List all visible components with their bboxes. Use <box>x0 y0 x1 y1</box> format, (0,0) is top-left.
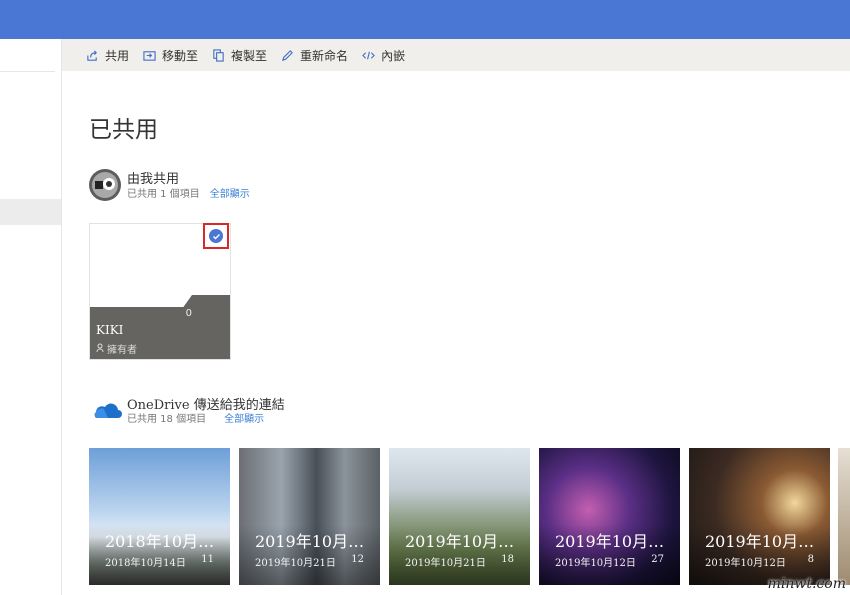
move-to-label: 移動至 <box>162 48 199 63</box>
album-count: 12 <box>351 554 364 565</box>
show-all-link-onedrive[interactable]: 全部顯示 <box>224 414 264 425</box>
top-app-bar <box>0 0 850 39</box>
album-title: 2019年10月… <box>255 532 365 551</box>
album-date: 2019年10月21日 <box>405 558 486 569</box>
section-subtitle-onedrive-links: 已共用 18 個項目 全部顯示 <box>127 410 264 425</box>
show-all-link-shared-by-me[interactable]: 全部顯示 <box>210 189 250 200</box>
folder-owner-role: 擁有者 <box>96 341 137 356</box>
links-count-text: 已共用 18 個項目 <box>127 414 207 425</box>
folder-item-count: 0 <box>185 308 192 319</box>
copy-to-button[interactable]: 複製至 <box>212 47 267 64</box>
album-count: 8 <box>807 554 814 565</box>
album-date: 2018年10月14日 <box>105 558 186 569</box>
folder-name: KIKI <box>96 323 124 337</box>
copy-to-label: 複製至 <box>231 48 268 63</box>
album-tile[interactable]: 2019年10月… 2019年10月21日 12 <box>239 442 380 585</box>
album-title: 2019年10月… <box>405 532 515 551</box>
album-title: 2019年10月… <box>555 532 665 551</box>
album-tile[interactable]: 2019年10月… 2019年10月12日 8 <box>689 442 830 585</box>
album-count: 27 <box>651 554 664 565</box>
share-icon <box>87 49 98 61</box>
user-avatar <box>89 169 121 205</box>
album-count: 18 <box>501 554 514 565</box>
share-label: 共用 <box>105 48 130 63</box>
move-to-icon <box>143 50 156 61</box>
section-subtitle-shared-by-me: 已共用 1 個項目 全部顯示 <box>127 185 250 200</box>
embed-icon <box>362 51 375 59</box>
command-bar: 共用 移動至 複製至 重新命名 內嵌 <box>62 39 850 71</box>
owner-label: 擁有者 <box>107 345 137 356</box>
move-to-button[interactable]: 移動至 <box>143 47 198 64</box>
album-date: 2019年10月21日 <box>255 558 336 569</box>
album-count: 11 <box>201 554 214 565</box>
album-tile[interactable]: 2019年10月… 2019年10月12日 27 <box>539 442 680 585</box>
rename-button[interactable]: 重新命名 <box>281 47 348 64</box>
nav-divider <box>0 71 55 72</box>
album-title: 2019年10月… <box>705 532 815 551</box>
album-date: 2019年10月12日 <box>555 558 636 569</box>
checkmark-icon <box>209 229 223 243</box>
album-title: 2018年10月… <box>105 532 215 551</box>
nav-item-shared-selected[interactable] <box>0 199 61 225</box>
rename-label: 重新命名 <box>300 48 349 63</box>
people-icon <box>96 343 104 353</box>
copy-to-icon <box>213 48 224 62</box>
embed-button[interactable]: 內嵌 <box>362 47 405 64</box>
folder-select-checkbox[interactable] <box>203 223 229 249</box>
rename-icon <box>282 49 293 61</box>
navigation-pane <box>0 39 62 595</box>
album-tile[interactable]: 2018年10月… 2018年10月14日 11 <box>89 442 230 585</box>
album-tile[interactable]: 2019年10月… 2019年10月21日 18 <box>389 442 530 585</box>
album-tile-partial[interactable] <box>838 448 850 585</box>
embed-label: 內嵌 <box>381 48 406 63</box>
watermark-text: minwt.com <box>767 576 846 592</box>
share-button[interactable]: 共用 <box>86 47 129 64</box>
onedrive-cloud-icon <box>88 396 122 424</box>
shared-count-text: 已共用 1 個項目 <box>127 189 200 200</box>
page-title: 已共用 <box>89 117 158 144</box>
album-date: 2019年10月12日 <box>705 558 786 569</box>
